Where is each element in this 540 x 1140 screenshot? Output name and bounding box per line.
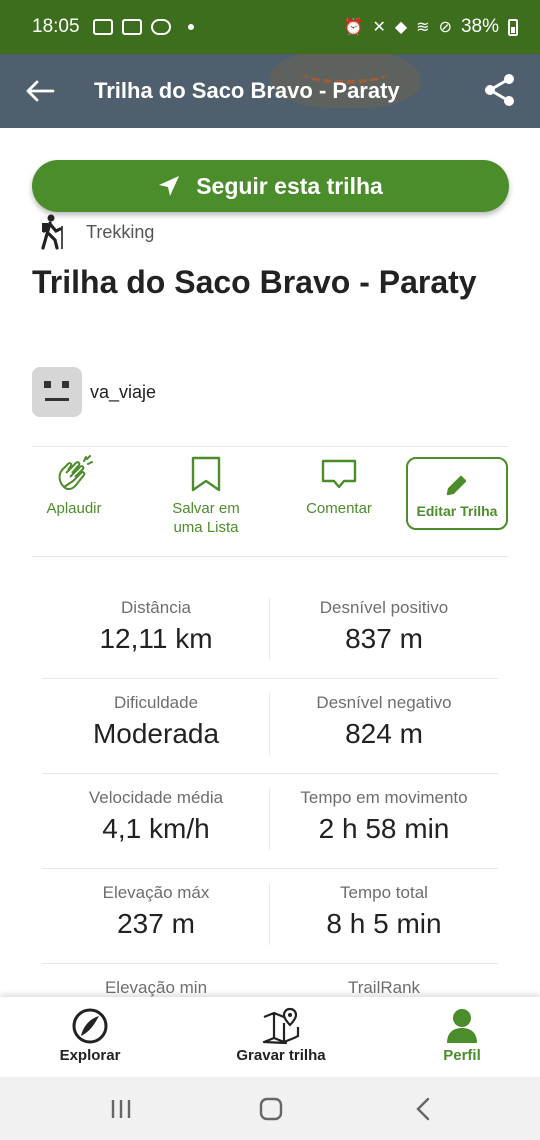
stat-label: Desnível negativo xyxy=(316,693,452,712)
stat-label: Distância xyxy=(121,598,191,617)
profile-icon xyxy=(447,1009,477,1043)
nav-record-trail[interactable]: Gravar trilha xyxy=(226,1007,336,1064)
app-bar-title: Trilha do Saco Bravo - Paraty xyxy=(94,78,400,103)
stat-avg-speed: Velocidade média 4,1 km/h xyxy=(42,788,270,845)
map-pin-icon xyxy=(262,1007,300,1045)
dnd-icon: ⊘ xyxy=(438,19,452,36)
status-bar: 18:05 ⏰ ✕ ◆ ≋ ⊘ 38% xyxy=(0,0,540,54)
battery-icon xyxy=(508,18,518,36)
nav-explore-label: Explorar xyxy=(59,1047,121,1064)
wifi-icon: ≋ xyxy=(416,19,430,36)
avatar-eye xyxy=(62,381,69,388)
mute-icon: ✕ xyxy=(372,19,386,36)
nav-profile[interactable]: Perfil xyxy=(426,1007,498,1064)
app-bar: Trilha do Saco Bravo - Paraty xyxy=(0,54,540,128)
home-icon[interactable] xyxy=(258,1097,284,1121)
follow-trail-label: Seguir esta trilha xyxy=(196,172,383,199)
stat-max-elevation: Elevação máx 237 m xyxy=(42,883,270,940)
recent-apps-icon[interactable] xyxy=(108,1097,134,1121)
pencil-icon xyxy=(446,475,467,496)
avatar-eye xyxy=(44,381,51,388)
dot-icon xyxy=(187,24,194,30)
stat-difficulty: Dificuldade Moderada xyxy=(42,693,270,750)
explore-icon xyxy=(72,1008,108,1044)
stat-elevation-gain: Desnível positivo 837 m xyxy=(270,598,498,655)
stat-total-time: Tempo total 8 h 5 min xyxy=(270,883,498,940)
clap-icon xyxy=(58,455,93,491)
edit-trail-label: Editar Trilha xyxy=(416,503,498,519)
comment-button[interactable]: Comentar xyxy=(294,455,384,518)
system-back-icon[interactable] xyxy=(410,1097,436,1121)
bottom-navigation: Explorar Gravar trilha Perfil xyxy=(0,997,540,1077)
location-icon: ◆ xyxy=(394,19,408,36)
edit-trail-button[interactable]: Editar Trilha xyxy=(406,457,508,530)
stat-value: 837 m xyxy=(345,623,423,654)
avatar[interactable] xyxy=(32,367,82,417)
stat-row: Distância 12,11 km Desnível positivo 837… xyxy=(42,584,498,679)
stat-label: Tempo em movimento xyxy=(300,788,468,807)
back-button[interactable] xyxy=(20,71,60,111)
nav-explore[interactable]: Explorar xyxy=(50,1007,130,1064)
author-username[interactable]: va_viaje xyxy=(90,382,156,403)
author[interactable]: va_viaje xyxy=(32,367,156,417)
stat-value: 824 m xyxy=(345,718,423,749)
notification-icon xyxy=(92,19,113,35)
battery-percentage: 38% xyxy=(460,16,499,37)
save-to-list-button[interactable]: Salvar em uma Lista xyxy=(158,455,254,537)
stat-row: Elevação máx 237 m Tempo total 8 h 5 min xyxy=(42,869,498,964)
stat-elevation-loss: Desnível negativo 824 m xyxy=(270,693,498,750)
stat-label: Velocidade média xyxy=(88,788,224,807)
stat-row: Dificuldade Moderada Desnível negativo 8… xyxy=(42,679,498,774)
stat-value: 8 h 5 min xyxy=(326,908,442,939)
alarm-icon: ⏰ xyxy=(343,19,364,36)
comment-icon xyxy=(321,459,357,489)
stat-row: Velocidade média 4,1 km/h Tempo em movim… xyxy=(42,774,498,869)
share-button[interactable] xyxy=(482,72,518,108)
nav-profile-label: Perfil xyxy=(443,1047,481,1064)
hiker-icon xyxy=(41,214,63,250)
stat-distance: Distância 12,11 km xyxy=(42,598,270,655)
image-icon xyxy=(121,19,142,35)
save-label-line1: Salvar em xyxy=(172,500,240,517)
divider xyxy=(32,446,508,447)
activity-label: Trekking xyxy=(86,221,155,242)
stat-value: 237 m xyxy=(117,908,195,939)
applaud-label: Aplaudir xyxy=(46,500,102,517)
back-arrow-icon xyxy=(26,80,55,102)
stat-value: 2 h 58 min xyxy=(318,813,450,844)
applaud-button[interactable]: Aplaudir xyxy=(32,455,116,518)
stat-value: 4,1 km/h xyxy=(102,813,210,844)
cloud-icon xyxy=(150,19,171,35)
bookmark-icon xyxy=(191,456,221,492)
navigation-arrow-icon xyxy=(159,176,180,196)
trail-stats: Distância 12,11 km Desnível positivo 837… xyxy=(42,584,498,1059)
screen: 18:05 ⏰ ✕ ◆ ≋ ⊘ 38% Trilha do Saco Bravo… xyxy=(0,0,540,1140)
stat-value: 12,11 km xyxy=(99,623,213,654)
avatar-mouth xyxy=(45,398,69,401)
stat-label: Desnível positivo xyxy=(319,598,449,617)
divider xyxy=(32,556,508,557)
stat-label: Elevação máx xyxy=(102,883,210,902)
save-label-line2: uma Lista xyxy=(173,519,239,536)
action-bar: Aplaudir Salvar em uma Lista Comentar Ed… xyxy=(32,455,508,550)
system-navigation-bar xyxy=(0,1077,540,1140)
follow-trail-button[interactable]: Seguir esta trilha xyxy=(32,160,509,212)
stat-value: Moderada xyxy=(92,718,220,749)
stat-label: Dificuldade xyxy=(113,693,199,712)
share-icon xyxy=(485,74,514,106)
trail-title: Trilha do Saco Bravo - Paraty xyxy=(32,264,477,300)
stat-moving-time: Tempo em movimento 2 h 58 min xyxy=(270,788,498,845)
nav-record-label: Gravar trilha xyxy=(236,1047,326,1064)
comment-label: Comentar xyxy=(306,500,372,517)
stat-label: Tempo total xyxy=(340,883,428,902)
status-time: 18:05 xyxy=(32,16,80,37)
activity-type: Trekking xyxy=(38,214,154,250)
